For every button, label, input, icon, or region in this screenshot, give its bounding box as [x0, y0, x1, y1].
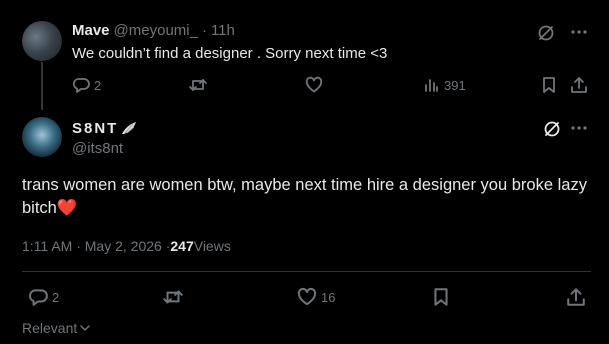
main-header: S8NT — [72, 119, 138, 137]
main-like-button[interactable]: 16 — [297, 287, 335, 307]
main-repost-button[interactable] — [162, 287, 184, 307]
heart-icon — [297, 287, 317, 306]
sort-relevant-dropdown[interactable]: Relevant — [22, 320, 91, 336]
reply-icon — [29, 289, 48, 306]
divider — [22, 271, 591, 272]
share-icon — [567, 288, 585, 306]
reply-reply-count: 2 — [94, 77, 102, 93]
reply-grok-button[interactable] — [536, 23, 556, 43]
views-icon — [425, 79, 438, 92]
relevant-label: Relevant — [22, 320, 78, 336]
reply-more-button[interactable] — [570, 23, 588, 41]
share-icon — [571, 77, 587, 93]
grok-icon — [544, 121, 560, 137]
main-views-label: Views — [193, 238, 231, 254]
reply-separator: · — [201, 22, 207, 39]
main-handle[interactable]: @its8nt — [72, 140, 123, 157]
reply-reply-button[interactable]: 2 — [72, 76, 101, 94]
reply-header: Mave @meyoumi_ · 11h — [72, 22, 235, 39]
main-meta: 1:11 AM · May 2, 2026 · 247 Views — [22, 238, 231, 254]
heart-icon — [305, 76, 323, 93]
repost-icon — [163, 290, 183, 304]
main-grok-button[interactable] — [542, 119, 562, 139]
main-bookmark-button[interactable] — [432, 287, 450, 307]
thread-connector — [41, 62, 43, 110]
more-icon — [571, 126, 587, 130]
main-avatar[interactable] — [22, 117, 62, 157]
reply-views-button[interactable]: 391 — [423, 77, 466, 93]
main-reply-button[interactable]: 2 — [28, 287, 59, 307]
reply-time[interactable]: 11h — [211, 22, 235, 39]
main-like-count: 16 — [321, 289, 336, 305]
reply-text: We couldn’t find a designer . Sorry next… — [72, 45, 388, 62]
reply-view-count: 391 — [444, 77, 466, 93]
repost-icon — [189, 79, 207, 91]
reply-share-button[interactable] — [570, 76, 588, 94]
reply-bookmark-button[interactable] — [541, 76, 557, 94]
grok-icon — [538, 25, 554, 41]
bookmark-icon — [543, 77, 555, 93]
reply-repost-button[interactable] — [188, 76, 208, 94]
reply-like-button[interactable] — [305, 76, 323, 94]
more-icon — [571, 30, 587, 34]
bookmark-icon — [434, 288, 448, 306]
main-more-button[interactable] — [570, 119, 588, 137]
reply-avatar[interactable] — [22, 21, 62, 61]
wing-icon — [122, 122, 137, 134]
main-share-button[interactable] — [566, 287, 586, 307]
main-view-count: 247 — [170, 238, 194, 254]
reply-display-name[interactable]: Mave — [72, 22, 110, 39]
reply-handle[interactable]: @meyoumi_ — [114, 22, 198, 39]
reply-icon — [72, 78, 90, 93]
main-reply-count: 2 — [52, 289, 60, 305]
main-tweet-body: trans women are women btw, maybe next ti… — [22, 176, 587, 217]
chevron-down-icon — [80, 325, 90, 331]
main-display-name[interactable]: S8NT — [72, 120, 118, 137]
main-tweet-text: trans women are women btw, maybe next ti… — [22, 174, 602, 220]
main-timestamp[interactable]: 1:11 AM · May 2, 2026 · — [22, 238, 170, 254]
heart-emoji: ❤️ — [56, 199, 78, 217]
